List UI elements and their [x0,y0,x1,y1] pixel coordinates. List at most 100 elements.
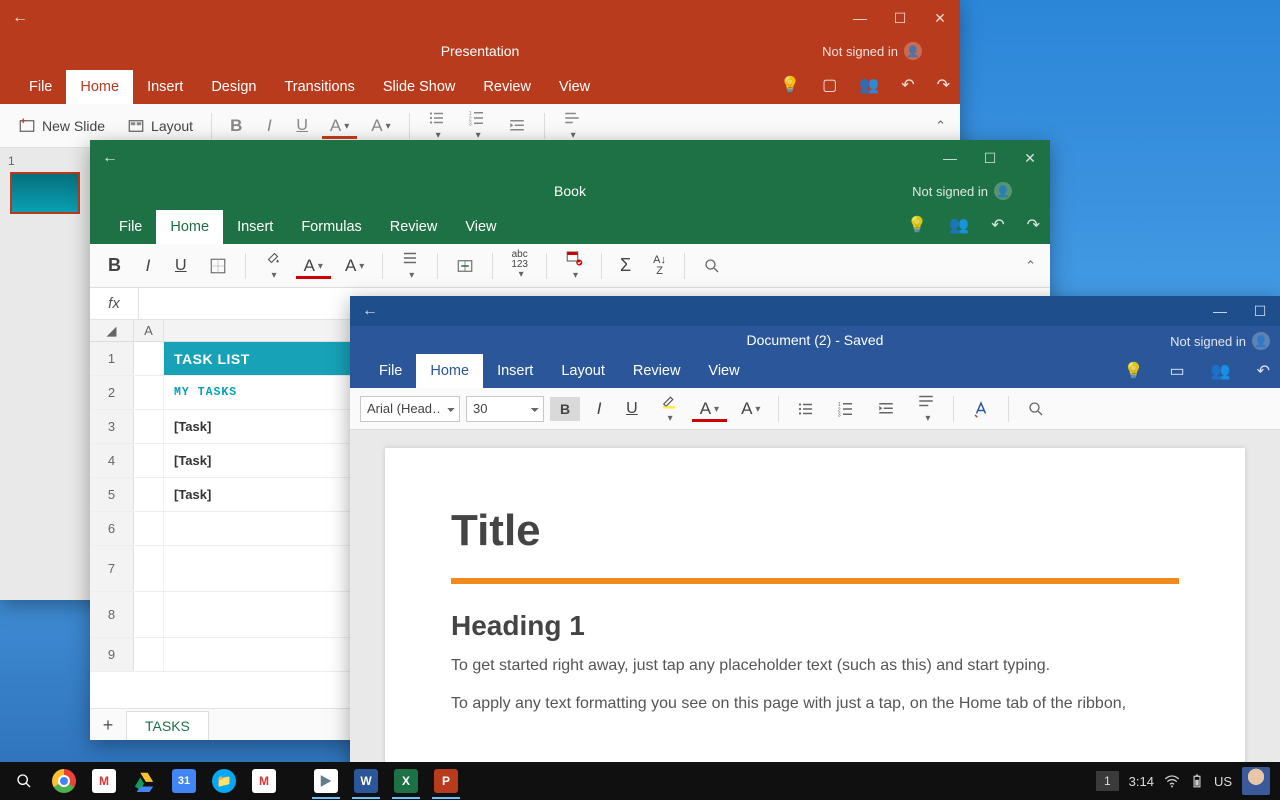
search-button[interactable] [6,765,42,797]
document-page[interactable]: Title Heading 1 To get started right awa… [385,448,1245,776]
calendar-icon[interactable]: 31 [166,765,202,797]
tab-home[interactable]: Home [156,210,223,244]
back-icon[interactable]: ← [90,149,130,167]
lightbulb-icon[interactable]: 💡 [907,215,927,235]
collapse-ribbon-icon[interactable]: ⌃ [1025,258,1036,274]
row-9-header[interactable]: 9 [90,638,134,671]
read-mode-icon[interactable]: ▭ [1170,361,1185,381]
tab-home[interactable]: Home [66,70,133,104]
close-icon[interactable]: ✕ [920,0,960,36]
fill-color-button[interactable] [256,245,290,287]
wd-titlebar[interactable]: ← — ☐ [350,296,1280,326]
bold-button[interactable]: B [550,397,580,421]
user-avatar[interactable] [1242,767,1270,795]
present-icon[interactable]: ▢ [822,75,837,95]
tab-review[interactable]: Review [619,354,695,388]
back-icon[interactable]: ← [0,9,40,27]
gmail-icon-2[interactable]: M [246,765,282,797]
underline-button[interactable]: U [618,396,646,422]
redo-icon[interactable]: ↷ [1027,215,1040,235]
align-button[interactable] [393,245,427,287]
styles-button[interactable] [964,396,998,422]
row-2-header[interactable]: 2 [90,376,134,409]
font-color-button[interactable]: A [296,252,331,279]
tab-insert[interactable]: Insert [483,354,547,388]
paragraph-button[interactable] [909,388,943,430]
font-family-select[interactable]: Arial (Head… [360,396,460,422]
row-8-header[interactable]: 8 [90,592,134,637]
maximize-icon[interactable]: ☐ [880,0,920,36]
row-7-header[interactable]: 7 [90,546,134,591]
wifi-icon[interactable] [1164,773,1180,789]
sort-filter-button[interactable]: A↓Z [645,251,674,281]
redo-icon[interactable]: ↷ [937,75,950,95]
tab-file[interactable]: File [105,210,156,244]
tab-file[interactable]: File [365,354,416,388]
xl-signin[interactable]: Not signed in👤 [912,176,1012,206]
tab-review[interactable]: Review [469,70,545,104]
select-all-corner[interactable]: ◢ [90,320,134,341]
files-icon[interactable]: 📁 [206,765,242,797]
notification-badge[interactable]: 1 [1096,771,1119,791]
font-size-select[interactable]: 30 [466,396,544,422]
tab-file[interactable]: File [15,70,66,104]
italic-button[interactable]: I [256,112,282,140]
wd-canvas[interactable]: Title Heading 1 To get started right awa… [350,430,1280,776]
font-size-button[interactable]: A [363,112,398,140]
font-size-button[interactable]: A [337,252,372,280]
merge-button[interactable] [448,253,482,279]
tab-home[interactable]: Home [416,354,483,388]
tab-transitions[interactable]: Transitions [270,70,368,104]
undo-icon[interactable]: ↶ [991,215,1004,235]
find-button[interactable] [695,253,729,279]
minimize-icon[interactable]: — [840,0,880,36]
italic-button[interactable]: I [586,395,612,423]
row-5-header[interactable]: 5 [90,478,134,511]
tab-layout[interactable]: Layout [547,354,619,388]
wd-signin[interactable]: Not signed in👤 [1170,326,1270,356]
pp-titlebar[interactable]: ← — ☐ ✕ [0,0,960,36]
row-3-header[interactable]: 3 [90,410,134,443]
undo-icon[interactable]: ↶ [1257,361,1270,381]
col-a-header[interactable]: A [134,320,164,341]
share-icon[interactable]: 👥 [1211,361,1231,381]
minimize-icon[interactable]: — [930,140,970,176]
gmail-icon[interactable]: M [86,765,122,797]
play-store-icon[interactable] [308,765,344,797]
pp-signin[interactable]: Not signed in👤 [822,36,922,66]
bullets-button[interactable] [789,396,823,422]
tab-review[interactable]: Review [376,210,452,244]
chrome-icon[interactable] [46,765,82,797]
word-taskbar-icon[interactable]: W [348,765,384,797]
paragraph[interactable]: To get started right away, just tap any … [451,654,1179,678]
excel-taskbar-icon[interactable]: X [388,765,424,797]
new-slide-button[interactable]: New Slide [10,113,113,139]
underline-button[interactable]: U [288,113,316,139]
back-icon[interactable]: ← [350,302,390,320]
heading-1[interactable]: Heading 1 [451,610,1179,642]
minimize-icon[interactable]: — [1200,296,1240,326]
tab-view[interactable]: View [694,354,753,388]
row-6-header[interactable]: 6 [90,512,134,545]
indent-button[interactable] [869,396,903,422]
tab-design[interactable]: Design [197,70,270,104]
undo-icon[interactable]: ↶ [901,75,914,95]
document-title[interactable]: Title [451,506,1179,556]
row-1-header[interactable]: 1 [90,342,134,375]
highlight-button[interactable] [652,388,686,430]
tab-formulas[interactable]: Formulas [287,210,375,244]
drive-icon[interactable] [126,765,162,797]
maximize-icon[interactable]: ☐ [1240,296,1280,326]
autosum-button[interactable]: Σ [612,251,639,280]
xl-titlebar[interactable]: ← — ☐ ✕ [90,140,1050,176]
number-format-button[interactable]: abc123 [503,246,536,285]
font-color-button[interactable]: A [692,395,727,422]
paragraph[interactable]: To apply any text formatting you see on … [451,692,1179,716]
borders-button[interactable] [201,253,235,279]
add-sheet-button[interactable]: + [90,715,126,740]
italic-button[interactable]: I [135,252,161,280]
tab-insert[interactable]: Insert [133,70,197,104]
find-button[interactable] [1019,396,1053,422]
maximize-icon[interactable]: ☐ [970,140,1010,176]
tab-view[interactable]: View [451,210,510,244]
